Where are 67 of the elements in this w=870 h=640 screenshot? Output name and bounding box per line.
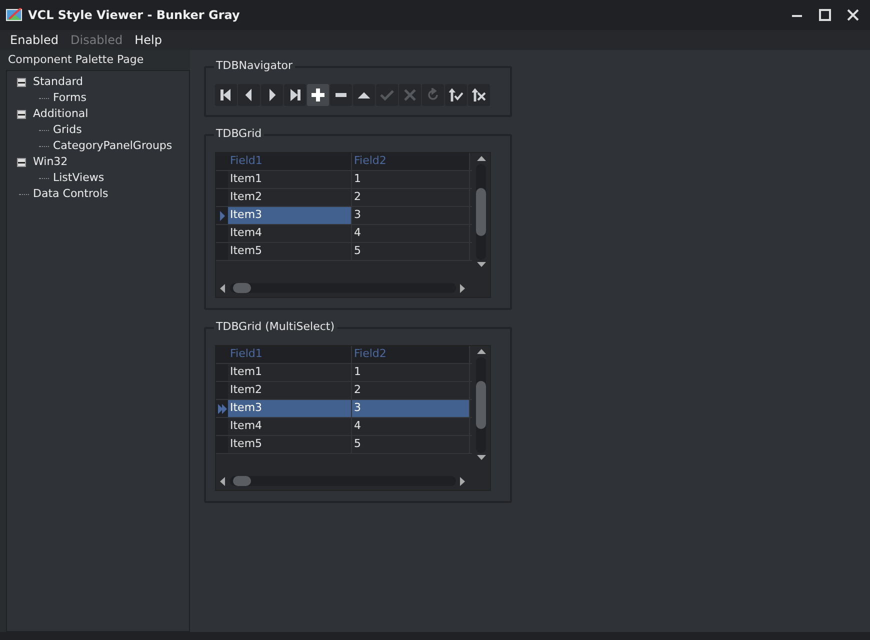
table-cell: Item2 <box>228 382 352 399</box>
table-cell: Item5 <box>228 243 352 260</box>
tree-item[interactable]: ListViews <box>51 170 106 186</box>
row-indicator[interactable] <box>216 400 228 417</box>
last-record-icon <box>288 88 302 102</box>
table-cell: Item1 <box>228 171 352 188</box>
cross-icon <box>403 88 417 102</box>
navigator-button[interactable] <box>215 84 237 106</box>
table-cell: 2 <box>352 382 470 399</box>
menu-item[interactable]: Enabled <box>4 31 64 49</box>
table-cell: 4 <box>352 418 470 435</box>
table-cell: 2 <box>352 189 470 206</box>
table-cell: 1 <box>352 171 470 188</box>
table-cell: Item4 <box>228 225 352 242</box>
tree-item[interactable]: Data Controls <box>31 186 110 202</box>
table-cell: Item3 <box>228 400 352 417</box>
navigator-button[interactable] <box>284 84 306 106</box>
navigator-button[interactable] <box>307 84 329 106</box>
tree-item[interactable]: CategoryPanelGroups <box>51 138 174 154</box>
table-cell: 3 <box>352 400 470 417</box>
table-cell: 5 <box>352 436 470 453</box>
group-title: TDBGrid (MultiSelect) <box>214 320 337 334</box>
menu-item[interactable]: Help <box>128 31 168 49</box>
table-cell: Item1 <box>228 364 352 381</box>
scroll-left-icon <box>220 476 226 486</box>
scroll-down-icon <box>476 262 486 268</box>
tree-item[interactable]: Win32 <box>31 154 70 170</box>
arrow-check-icon <box>449 88 463 102</box>
scroll-down-icon <box>476 455 486 461</box>
app-icon <box>6 8 22 22</box>
scroll-right-icon <box>460 284 466 292</box>
tree-item[interactable]: Forms <box>51 90 88 106</box>
tree-item[interactable]: Standard <box>31 74 86 90</box>
table-cell: 3 <box>352 207 470 224</box>
navigator-button[interactable] <box>330 84 352 106</box>
scroll-up-icon <box>476 156 486 162</box>
navigator-button[interactable] <box>445 84 467 106</box>
table-cell: Item4 <box>228 418 352 435</box>
scroll-up-icon <box>476 349 486 355</box>
navigator-button[interactable] <box>353 84 375 106</box>
table-cell: 4 <box>352 225 470 242</box>
group-title: TDBNavigator <box>214 59 295 73</box>
scroll-left-icon <box>220 284 226 292</box>
maximize-icon[interactable] <box>819 9 831 21</box>
collapse-icon[interactable] <box>17 110 26 118</box>
window-title: VCL Style Viewer - Bunker Gray <box>28 7 241 24</box>
panel-title: Component Palette Page <box>7 52 145 68</box>
collapse-icon[interactable] <box>17 78 26 86</box>
checkmark-icon <box>380 88 394 102</box>
tree-item[interactable]: Grids <box>51 122 84 138</box>
tree-item[interactable]: Additional <box>31 106 90 122</box>
navigator-button[interactable] <box>261 84 283 106</box>
row-indicator[interactable] <box>216 207 228 224</box>
refresh-icon <box>426 88 440 102</box>
arrow-cross-icon <box>472 88 486 102</box>
scroll-right-icon <box>460 476 466 486</box>
navigator-button[interactable] <box>238 84 260 106</box>
close-icon[interactable] <box>847 9 859 21</box>
table-cell: Item3 <box>228 207 352 224</box>
table-cell: 5 <box>352 243 470 260</box>
table-cell: 1 <box>352 364 470 381</box>
navigator-button[interactable] <box>468 84 490 106</box>
collapse-icon[interactable] <box>17 158 26 166</box>
plus-icon <box>311 88 325 102</box>
first-record-icon <box>219 88 233 102</box>
table-cell: Item2 <box>228 189 352 206</box>
table-cell: Item5 <box>228 436 352 453</box>
